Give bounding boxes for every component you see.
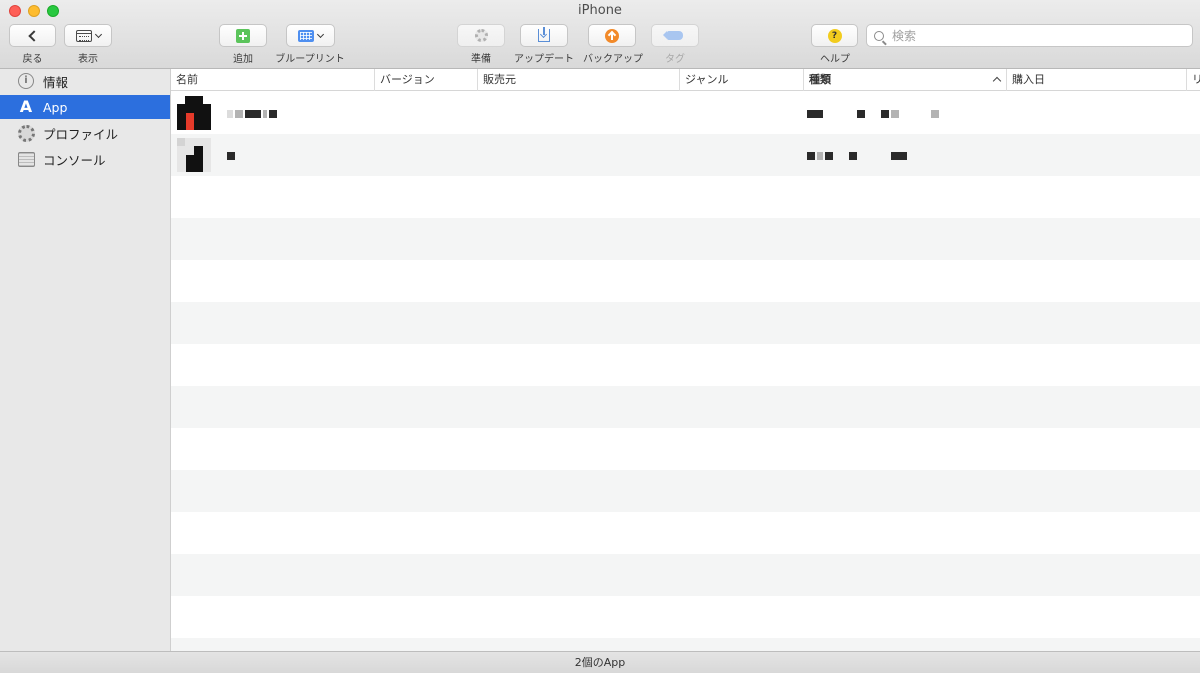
app-icon (177, 138, 211, 172)
update-label: アップデート (514, 54, 574, 65)
add-button[interactable] (219, 24, 267, 47)
backup-label: バックアップ (583, 54, 643, 65)
sidebar-item-label: プロファイル (43, 126, 119, 142)
empty-row (171, 218, 1200, 260)
column-header-version[interactable]: バージョン (374, 69, 477, 91)
view-label: 表示 (78, 54, 98, 65)
empty-row (171, 638, 1200, 651)
view-menu-button[interactable] (64, 24, 112, 47)
empty-row (171, 176, 1200, 218)
help-label: ヘルプ (820, 54, 850, 65)
status-bar: 2個のApp (0, 651, 1200, 673)
table-header: 名前 バージョン 販売元 ジャンル 種類 購入日 リ (171, 69, 1200, 91)
help-question-icon: ? (827, 28, 842, 43)
profile-gear-icon (17, 124, 35, 142)
search-field[interactable] (866, 24, 1193, 47)
column-header-name[interactable]: 名前 (171, 69, 374, 91)
sort-ascending-icon (992, 76, 1002, 86)
status-text: 2個のApp (574, 656, 626, 669)
empty-row (171, 428, 1200, 470)
blueprint-icon (298, 29, 314, 42)
tag-icon (663, 31, 683, 40)
column-header-publisher[interactable]: 販売元 (477, 69, 679, 91)
sidebar-item-profiles[interactable]: プロファイル (0, 121, 170, 145)
app-store-icon: A (19, 97, 33, 116)
empty-row (171, 302, 1200, 344)
chevron-left-icon (28, 29, 40, 42)
download-update-icon (538, 27, 550, 42)
empty-row (171, 260, 1200, 302)
empty-row (171, 470, 1200, 512)
empty-row (171, 512, 1200, 554)
tag-label: タグ (665, 54, 685, 65)
help-button[interactable]: ? (811, 24, 858, 47)
column-header-truncated[interactable]: リ (1186, 69, 1200, 91)
sidebar: i 情報 A App プロファイル コンソール (0, 69, 171, 651)
tag-button[interactable] (651, 24, 699, 47)
sidebar-item-console[interactable]: コンソール (0, 147, 170, 171)
blueprint-label: ブループリント (275, 54, 345, 65)
app-table (171, 92, 1200, 651)
prepare-label: 準備 (471, 54, 491, 65)
gear-icon (474, 29, 488, 42)
table-row[interactable] (171, 134, 1200, 176)
chevron-down-icon (316, 30, 325, 38)
sidebar-item-label: 情報 (43, 74, 69, 90)
prepare-button[interactable] (457, 24, 505, 47)
add-label: 追加 (233, 54, 253, 65)
view-options-icon (75, 29, 92, 42)
sidebar-item-app[interactable]: A App (0, 95, 170, 119)
column-header-kind-label: 種類 (809, 73, 831, 86)
chevron-down-icon (94, 30, 102, 38)
toolbar: iPhone 戻る 表示 追加 ブループリント 準備 アップデート バックアップ… (0, 0, 1200, 69)
info-icon: i (18, 73, 34, 89)
app-name-redacted (227, 92, 279, 134)
search-icon (874, 30, 884, 41)
app-icon (177, 96, 211, 130)
table-row[interactable] (171, 92, 1200, 134)
window-title: iPhone (578, 3, 622, 18)
backup-arrow-icon (605, 28, 619, 43)
sidebar-item-info[interactable]: i 情報 (0, 69, 170, 93)
sidebar-item-label: コンソール (43, 152, 106, 168)
add-plus-icon (236, 28, 250, 43)
app-kind-redacted (807, 134, 909, 176)
app-kind-redacted (807, 92, 941, 134)
backup-button[interactable] (588, 24, 636, 47)
empty-row (171, 554, 1200, 596)
back-button[interactable] (9, 24, 56, 47)
update-button[interactable] (520, 24, 568, 47)
back-label: 戻る (22, 54, 43, 65)
app-name-redacted (227, 134, 237, 176)
search-input[interactable] (892, 28, 1182, 43)
empty-row (171, 344, 1200, 386)
column-header-purchase-date[interactable]: 購入日 (1006, 69, 1186, 91)
sidebar-item-label: App (43, 99, 68, 115)
column-header-genre[interactable]: ジャンル (679, 69, 803, 91)
console-icon (17, 151, 35, 167)
column-header-kind[interactable]: 種類 (803, 69, 1006, 91)
empty-row (171, 596, 1200, 638)
blueprint-button[interactable] (286, 24, 335, 47)
empty-row (171, 386, 1200, 428)
